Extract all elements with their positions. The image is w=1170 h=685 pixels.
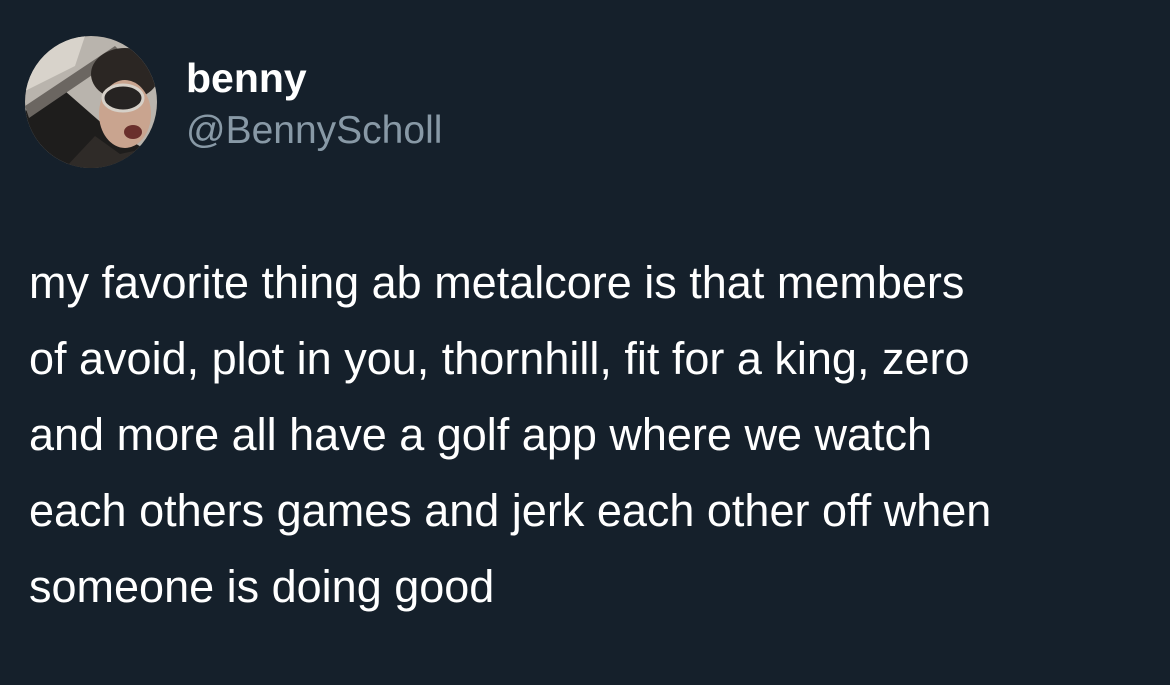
tweet-text-line: someone is doing good xyxy=(29,561,495,612)
tweet-card: benny @BennyScholl my favorite thing ab … xyxy=(0,0,1170,685)
tweet-text-line: and more all have a golf app where we wa… xyxy=(29,409,933,460)
tweet-text-line: each others games and jerk each other of… xyxy=(29,485,992,536)
profile-photo-icon xyxy=(25,36,157,168)
avatar[interactable] xyxy=(25,36,157,168)
display-name[interactable]: benny xyxy=(186,52,307,104)
user-handle[interactable]: @BennyScholl xyxy=(186,106,442,156)
tweet-text-line: my favorite thing ab metalcore is that m… xyxy=(29,257,965,308)
tweet-text-line: of avoid, plot in you, thornhill, fit fo… xyxy=(29,333,970,384)
tweet-text: my favorite thing ab metalcore is that m… xyxy=(29,245,1149,625)
